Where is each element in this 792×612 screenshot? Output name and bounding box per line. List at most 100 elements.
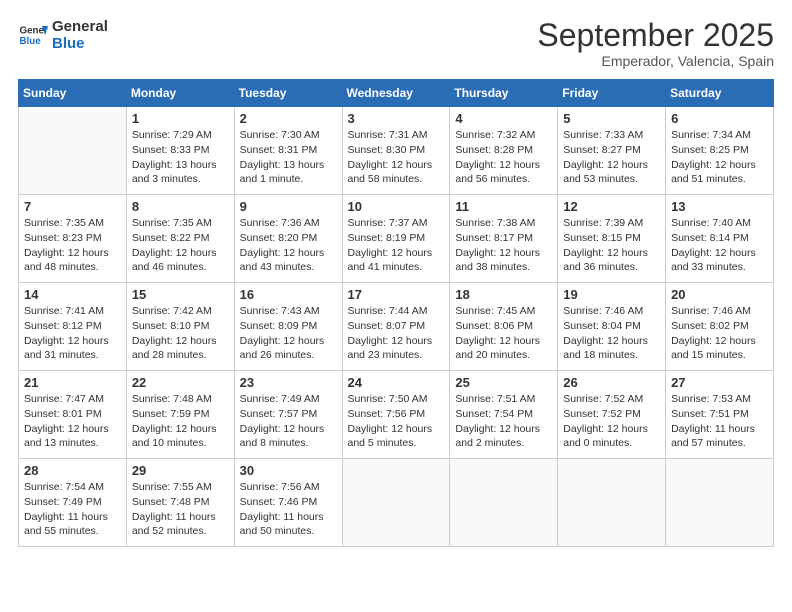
- logo-general: General: [52, 18, 108, 35]
- calendar-cell: 30Sunrise: 7:56 AMSunset: 7:46 PMDayligh…: [234, 459, 342, 547]
- day-info: Sunrise: 7:44 AMSunset: 8:07 PMDaylight:…: [348, 304, 445, 363]
- calendar-cell: 3Sunrise: 7:31 AMSunset: 8:30 PMDaylight…: [342, 107, 450, 195]
- calendar-cell: 9 Sunrise: 7:36 AMSunset: 8:20 PMDaylight…: [234, 195, 342, 283]
- logo-icon: General Blue: [18, 20, 48, 50]
- day-number: 17: [348, 287, 445, 302]
- day-info: Sunrise: 7:32 AMSunset: 8:28 PMDaylight:…: [455, 128, 552, 187]
- header-thursday: Thursday: [450, 80, 558, 107]
- calendar-cell: 26Sunrise: 7:52 AMSunset: 7:52 PMDayligh…: [558, 371, 666, 459]
- day-info: Sunrise: 7:36 AMSunset: 8:20 PMDaylight:…: [240, 216, 337, 275]
- calendar-cell: 17 Sunrise: 7:44 AMSunset: 8:07 PMDayligh…: [342, 283, 450, 371]
- calendar-cell: 6 Sunrise: 7:34 AMSunset: 8:25 PMDaylight…: [666, 107, 774, 195]
- day-info: Sunrise: 7:34 AMSunset: 8:25 PMDaylight:…: [671, 128, 768, 187]
- header-monday: Monday: [126, 80, 234, 107]
- day-number: 12: [563, 199, 660, 214]
- day-number: 4: [455, 111, 552, 126]
- calendar-week-1: 1 Sunrise: 7:29 AMSunset: 8:33 PMDaylight…: [19, 107, 774, 195]
- calendar-cell: 5 Sunrise: 7:33 AMSunset: 8:27 PMDaylight…: [558, 107, 666, 195]
- calendar-cell: 21Sunrise: 7:47 AMSunset: 8:01 PMDayligh…: [19, 371, 127, 459]
- calendar-cell: 15 Sunrise: 7:42 AMSunset: 8:10 PMDayligh…: [126, 283, 234, 371]
- day-info: Sunrise: 7:49 AMSunset: 7:57 PMDaylight:…: [240, 392, 337, 451]
- calendar-cell: 16 Sunrise: 7:43 AMSunset: 8:09 PMDayligh…: [234, 283, 342, 371]
- day-number: 15: [132, 287, 229, 302]
- calendar-cell: 2 Sunrise: 7:30 AMSunset: 8:31 PMDaylight…: [234, 107, 342, 195]
- logo: General Blue General Blue: [18, 18, 108, 53]
- calendar-cell: 25Sunrise: 7:51 AMSunset: 7:54 PMDayligh…: [450, 371, 558, 459]
- day-number: 27: [671, 375, 768, 390]
- day-info: Sunrise: 7:53 AMSunset: 7:51 PMDaylight:…: [671, 392, 768, 451]
- day-number: 1: [132, 111, 229, 126]
- calendar-week-5: 28Sunrise: 7:54 AMSunset: 7:49 PMDayligh…: [19, 459, 774, 547]
- calendar-cell: [666, 459, 774, 547]
- day-number: 24: [348, 375, 445, 390]
- title-area: September 2025 Emperador, Valencia, Spai…: [537, 18, 774, 69]
- day-number: 22: [132, 375, 229, 390]
- day-number: 5: [563, 111, 660, 126]
- day-number: 16: [240, 287, 337, 302]
- header-friday: Friday: [558, 80, 666, 107]
- day-number: 2: [240, 111, 337, 126]
- calendar-cell: 12 Sunrise: 7:39 AMSunset: 8:15 PMDayligh…: [558, 195, 666, 283]
- day-info: Sunrise: 7:46 AMSunset: 8:04 PMDaylight:…: [563, 304, 660, 363]
- header-saturday: Saturday: [666, 80, 774, 107]
- day-info: Sunrise: 7:31 AMSunset: 8:30 PMDaylight:…: [348, 128, 445, 187]
- day-number: 25: [455, 375, 552, 390]
- day-info: Sunrise: 7:39 AMSunset: 8:15 PMDaylight:…: [563, 216, 660, 275]
- calendar-cell: 23 Sunrise: 7:49 AMSunset: 7:57 PMDayligh…: [234, 371, 342, 459]
- day-info: Sunrise: 7:45 AMSunset: 8:06 PMDaylight:…: [455, 304, 552, 363]
- header: General Blue General Blue September 2025…: [18, 18, 774, 69]
- day-info: Sunrise: 7:54 AMSunset: 7:49 PMDaylight:…: [24, 480, 121, 539]
- day-info: Sunrise: 7:33 AMSunset: 8:27 PMDaylight:…: [563, 128, 660, 187]
- calendar-cell: 7 Sunrise: 7:35 AMSunset: 8:23 PMDaylight…: [19, 195, 127, 283]
- day-number: 10: [348, 199, 445, 214]
- calendar-cell: 29Sunrise: 7:55 AMSunset: 7:48 PMDayligh…: [126, 459, 234, 547]
- day-number: 7: [24, 199, 121, 214]
- day-info: Sunrise: 7:43 AMSunset: 8:09 PMDaylight:…: [240, 304, 337, 363]
- day-number: 18: [455, 287, 552, 302]
- calendar-cell: 4 Sunrise: 7:32 AMSunset: 8:28 PMDaylight…: [450, 107, 558, 195]
- day-number: 19: [563, 287, 660, 302]
- day-number: 6: [671, 111, 768, 126]
- day-number: 8: [132, 199, 229, 214]
- calendar-cell: 28Sunrise: 7:54 AMSunset: 7:49 PMDayligh…: [19, 459, 127, 547]
- month-title: September 2025: [537, 18, 774, 53]
- calendar-cell: 13 Sunrise: 7:40 AMSunset: 8:14 PMDayligh…: [666, 195, 774, 283]
- day-number: 9: [240, 199, 337, 214]
- day-info: Sunrise: 7:46 AMSunset: 8:02 PMDaylight:…: [671, 304, 768, 363]
- day-info: Sunrise: 7:50 AMSunset: 7:56 PMDaylight:…: [348, 392, 445, 451]
- calendar-cell: 19 Sunrise: 7:46 AMSunset: 8:04 PMDayligh…: [558, 283, 666, 371]
- day-info: Sunrise: 7:35 AMSunset: 8:23 PMDaylight:…: [24, 216, 121, 275]
- day-info: Sunrise: 7:38 AMSunset: 8:17 PMDaylight:…: [455, 216, 552, 275]
- calendar-week-2: 7 Sunrise: 7:35 AMSunset: 8:23 PMDaylight…: [19, 195, 774, 283]
- day-info: Sunrise: 7:41 AMSunset: 8:12 PMDaylight:…: [24, 304, 121, 363]
- day-number: 23: [240, 375, 337, 390]
- calendar-week-3: 14 Sunrise: 7:41 AMSunset: 8:12 PMDayligh…: [19, 283, 774, 371]
- calendar-cell: 14 Sunrise: 7:41 AMSunset: 8:12 PMDayligh…: [19, 283, 127, 371]
- calendar-cell: [558, 459, 666, 547]
- day-info: Sunrise: 7:42 AMSunset: 8:10 PMDaylight:…: [132, 304, 229, 363]
- calendar-cell: 10 Sunrise: 7:37 AMSunset: 8:19 PMDayligh…: [342, 195, 450, 283]
- logo-blue: Blue: [52, 35, 108, 52]
- day-info: Sunrise: 7:35 AMSunset: 8:22 PMDaylight:…: [132, 216, 229, 275]
- calendar-cell: 20 Sunrise: 7:46 AMSunset: 8:02 PMDayligh…: [666, 283, 774, 371]
- day-number: 14: [24, 287, 121, 302]
- calendar-cell: 24 Sunrise: 7:50 AMSunset: 7:56 PMDayligh…: [342, 371, 450, 459]
- day-info: Sunrise: 7:29 AMSunset: 8:33 PMDaylight:…: [132, 128, 229, 187]
- day-number: 20: [671, 287, 768, 302]
- calendar-cell: [19, 107, 127, 195]
- day-info: Sunrise: 7:48 AMSunset: 7:59 PMDaylight:…: [132, 392, 229, 451]
- calendar-page: General Blue General Blue September 2025…: [0, 0, 792, 612]
- day-number: 21: [24, 375, 121, 390]
- day-number: 11: [455, 199, 552, 214]
- day-info: Sunrise: 7:37 AMSunset: 8:19 PMDaylight:…: [348, 216, 445, 275]
- day-number: 13: [671, 199, 768, 214]
- calendar-cell: 11 Sunrise: 7:38 AMSunset: 8:17 PMDayligh…: [450, 195, 558, 283]
- calendar-cell: 1 Sunrise: 7:29 AMSunset: 8:33 PMDaylight…: [126, 107, 234, 195]
- header-tuesday: Tuesday: [234, 80, 342, 107]
- day-info: Sunrise: 7:55 AMSunset: 7:48 PMDaylight:…: [132, 480, 229, 539]
- calendar-cell: 8 Sunrise: 7:35 AMSunset: 8:22 PMDaylight…: [126, 195, 234, 283]
- day-info: Sunrise: 7:30 AMSunset: 8:31 PMDaylight:…: [240, 128, 337, 187]
- calendar-cell: [450, 459, 558, 547]
- day-info: Sunrise: 7:40 AMSunset: 8:14 PMDaylight:…: [671, 216, 768, 275]
- header-wednesday: Wednesday: [342, 80, 450, 107]
